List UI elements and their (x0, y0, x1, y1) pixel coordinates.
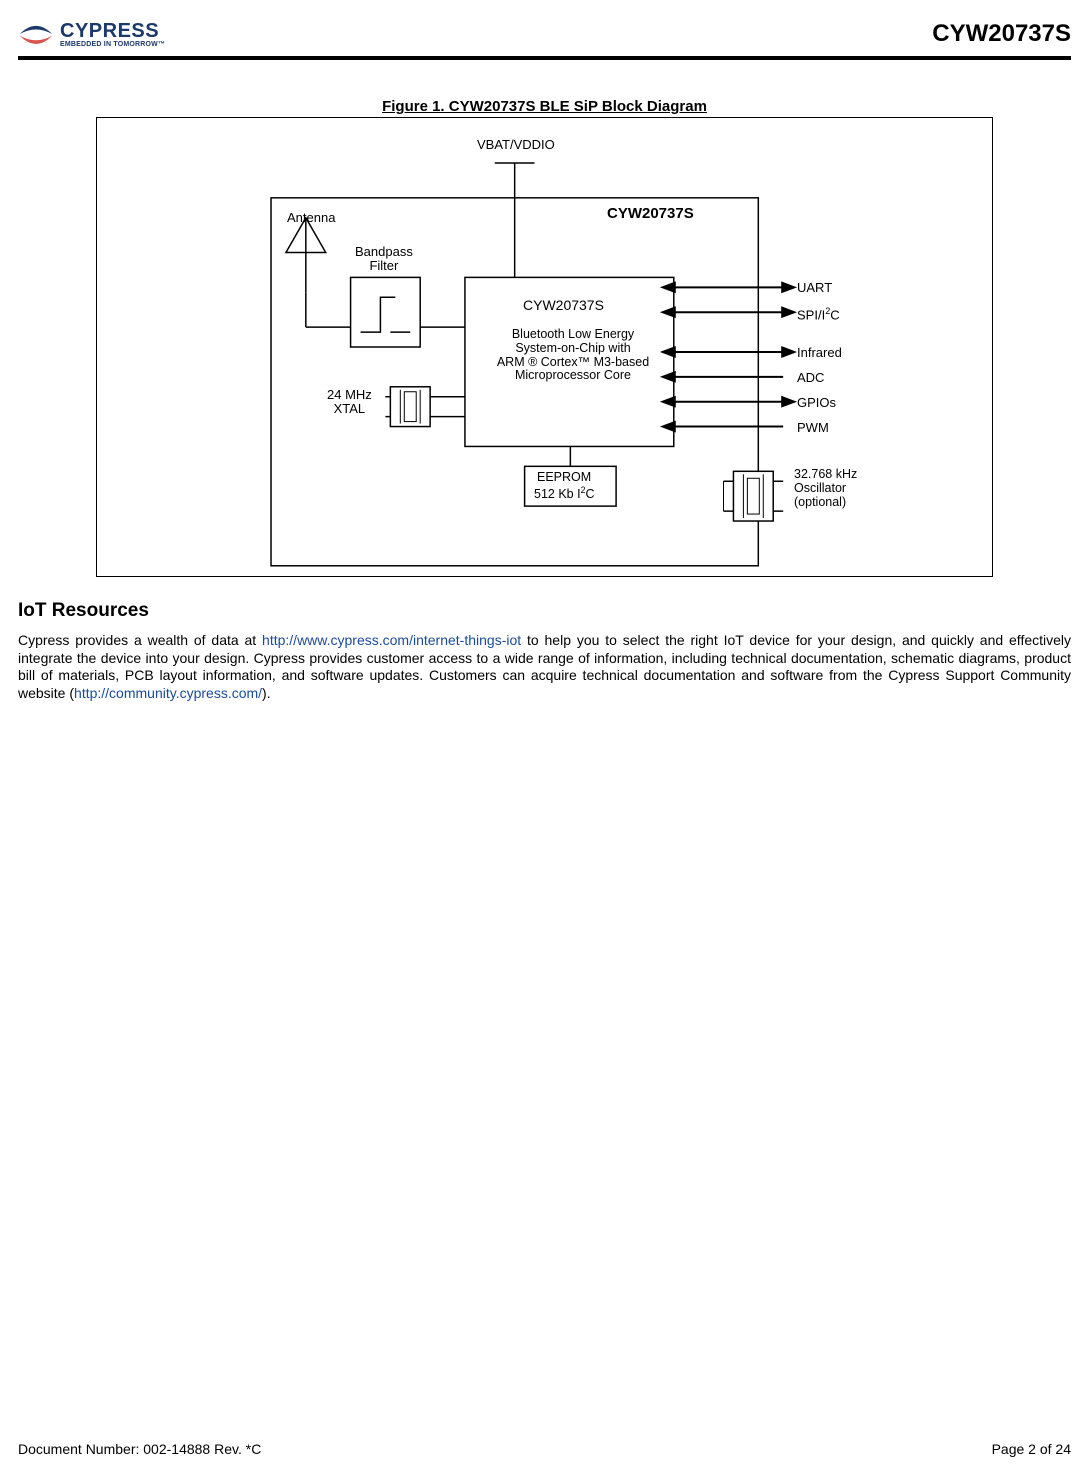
doc-number: Document Number: 002-14888 Rev. *C (18, 1441, 261, 1457)
body-text-3: ). (262, 685, 271, 701)
community-link[interactable]: http://community.cypress.com/ (74, 685, 262, 701)
eeprom-l1: EEPROM (537, 471, 591, 485)
page-header: CYPRESS EMBEDDED IN TOMORROW™ CYW20737S (18, 12, 1071, 60)
section-body: Cypress provides a wealth of data at htt… (18, 632, 1071, 702)
io-spi: SPI/I2C (797, 306, 840, 323)
vbat-label: VBAT/VDDIO (477, 138, 555, 152)
section-heading: IoT Resources (18, 600, 1071, 622)
osc-label: 32.768 kHz Oscillator (optional) (794, 468, 857, 509)
body-text: Cypress provides a wealth of data at (18, 632, 262, 648)
figure-block: Figure 1. CYW20737S BLE SiP Block Diagra… (96, 98, 993, 577)
iot-link[interactable]: http://www.cypress.com/internet-things-i… (262, 632, 521, 648)
io-pwm: PWM (797, 421, 829, 435)
xtal-label: 24 MHz XTAL (327, 388, 372, 417)
io-uart: UART (797, 281, 832, 295)
logo-tagline: EMBEDDED IN TOMORROW™ (60, 41, 165, 48)
io-adc: ADC (797, 371, 824, 385)
bandpass-label: Bandpass Filter (355, 245, 413, 274)
io-infrared: Infrared (797, 346, 842, 360)
block-diagram: VBAT/VDDIO CYW20737S Antenna Bandpass Fi… (96, 117, 993, 577)
figure-title: Figure 1. CYW20737S BLE SiP Block Diagra… (96, 98, 993, 115)
iot-resources-section: IoT Resources Cypress provides a wealth … (18, 600, 1071, 702)
logo-text: CYPRESS (60, 21, 165, 41)
antenna-label: Antenna (287, 211, 335, 225)
eeprom-l2: 512 Kb I2C (534, 486, 594, 502)
cypress-logo: CYPRESS EMBEDDED IN TOMORROW™ (18, 16, 165, 52)
logo-swish-icon (18, 16, 54, 52)
page-number: Page 2 of 24 (992, 1441, 1071, 1457)
sip-chip-label: CYW20737S (607, 206, 694, 223)
soc-desc: Bluetooth Low Energy System-on-Chip with… (479, 328, 667, 383)
page-footer: Document Number: 002-14888 Rev. *C Page … (18, 1441, 1071, 1457)
part-number: CYW20737S (932, 20, 1071, 48)
soc-title: CYW20737S (523, 298, 604, 313)
io-gpios: GPIOs (797, 396, 836, 410)
